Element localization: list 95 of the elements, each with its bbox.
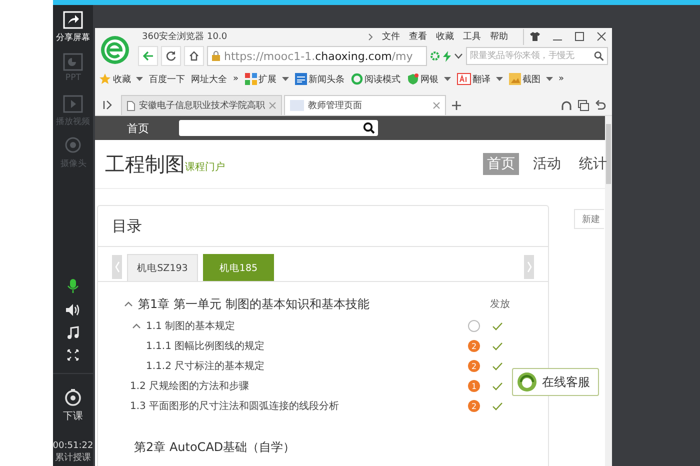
reload-button[interactable] — [161, 46, 181, 66]
image-icon — [508, 73, 521, 85]
catalog-title: 目录 — [112, 216, 142, 236]
reload-icon — [166, 51, 176, 61]
course-title: 工程制图 — [105, 150, 185, 178]
chart-icon — [63, 53, 83, 71]
microphone-icon[interactable] — [67, 278, 79, 294]
browser-tab[interactable]: 安徽电子信息职业技术学院高职 — [121, 95, 282, 115]
music-note-icon[interactable] — [66, 326, 80, 340]
browser-tab[interactable]: 教师管理页面 — [284, 95, 446, 115]
bookmark-link[interactable]: 阅读模式 — [364, 72, 401, 86]
menu-item[interactable]: 收藏 — [436, 30, 454, 43]
chapter-title: 第2章 AutoCAD基础（自学） — [134, 440, 296, 454]
bookmark-link[interactable]: » — [233, 74, 239, 84]
checkmark-icon — [492, 342, 503, 350]
dropdown-caret-icon[interactable] — [496, 77, 503, 81]
shield-icon — [406, 73, 419, 85]
star-icon — [99, 73, 111, 85]
home-icon — [189, 51, 199, 61]
count-badge: 1 — [468, 380, 480, 392]
search-icon[interactable] — [363, 122, 375, 134]
lock-icon — [211, 51, 221, 61]
address-bar[interactable]: https://mooc1-1.chaoxing.com/my — [207, 46, 427, 66]
new-button[interactable]: 新建 — [574, 209, 604, 229]
close-tab-icon[interactable] — [433, 102, 440, 109]
webcam-icon — [63, 137, 83, 155]
menu-item[interactable]: 查看 — [409, 30, 427, 43]
collapse-caret-icon[interactable] — [132, 323, 140, 329]
nav-tab[interactable]: 统计 — [575, 153, 611, 175]
headphones-icon[interactable] — [561, 100, 572, 111]
chevron-right-icon[interactable] — [368, 32, 373, 40]
bookmark-link[interactable]: 百度一下 — [149, 72, 185, 86]
sidebar-label[interactable]: 分享屏幕 — [56, 31, 90, 44]
shirt-icon[interactable] — [530, 32, 540, 41]
nav-home-link[interactable]: 首页 — [127, 120, 149, 136]
menu-item[interactable]: 工具 — [463, 30, 481, 43]
play-icon — [63, 95, 83, 113]
count-badge: 2 — [468, 400, 480, 412]
bookmark-link[interactable]: 翻译 — [472, 72, 491, 86]
search-icon[interactable] — [594, 51, 604, 61]
bookmark-link[interactable]: 网银 — [420, 72, 439, 86]
newspaper-icon — [294, 73, 307, 85]
section-link[interactable]: 1.1.1 图幅比例图线的规定 — [146, 339, 265, 353]
class-tab[interactable]: 机电SZ193 — [127, 254, 198, 281]
dropdown-caret-icon[interactable] — [282, 77, 289, 81]
grid-icon — [244, 73, 257, 85]
menu-item[interactable]: 文件 — [382, 30, 400, 43]
bookmark-link[interactable]: 新闻头条 — [308, 72, 345, 86]
maximize-icon[interactable] — [574, 32, 584, 41]
bookmark-link[interactable]: » — [558, 74, 564, 84]
bookmark-link[interactable]: 网址大全 — [191, 72, 227, 86]
section-link[interactable]: 1.1.2 尺寸标注的基本规定 — [146, 359, 265, 373]
windows-icon[interactable] — [578, 100, 589, 111]
menu-item[interactable]: 帮助 — [490, 30, 508, 43]
checkmark-icon — [492, 402, 503, 410]
home-button[interactable] — [184, 46, 204, 66]
bookmark-link[interactable]: 扩展 — [258, 72, 277, 86]
ring-icon — [350, 73, 363, 85]
back-arrow-icon — [142, 51, 154, 61]
nav-tab[interactable]: 活动 — [529, 153, 565, 175]
column-label: 发放 — [490, 298, 510, 311]
sidebar-toggle-icon[interactable] — [103, 100, 113, 110]
dropdown-chevron-icon[interactable] — [454, 53, 463, 59]
checkmark-icon — [492, 362, 503, 370]
count-badge: 2 — [468, 360, 480, 372]
power-icon[interactable] — [64, 388, 82, 406]
dropdown-caret-icon[interactable] — [444, 77, 451, 81]
undo-icon[interactable] — [595, 100, 606, 111]
section-link[interactable]: 1.3 平面图形的尺寸注法和圆弧连接的线段分析 — [130, 399, 340, 413]
chevron-left-icon — [114, 261, 120, 273]
bookmark-link[interactable]: 收藏 — [113, 72, 131, 86]
site-search-field[interactable] — [179, 120, 378, 136]
page-favicon-icon — [290, 100, 304, 111]
section-link[interactable]: 1.2 尺规绘图的方法和步骤 — [130, 379, 250, 393]
checkmark-icon — [492, 322, 503, 330]
speaker-icon[interactable] — [65, 303, 81, 317]
browser-logo-icon — [100, 35, 130, 65]
elapsed-timer: 00:51:22 — [52, 441, 94, 451]
dropdown-caret-icon[interactable] — [546, 77, 553, 81]
new-tab-icon[interactable] — [452, 101, 461, 110]
dropdown-caret-icon[interactable] — [136, 77, 143, 81]
chapter-title: 第1章 第一单元 制图的基本知识和基本技能 — [138, 296, 370, 312]
expand-icon[interactable] — [67, 349, 79, 361]
close-icon[interactable] — [596, 32, 606, 41]
section-link[interactable]: 1.1 制图的基本规定 — [146, 319, 236, 333]
chevron-right-icon — [526, 261, 532, 273]
count-badge: 2 — [468, 340, 480, 352]
online-support-button[interactable]: 在线客服 — [512, 368, 599, 396]
bookmark-link[interactable]: 截图 — [522, 72, 541, 86]
timer-label: 累计授课 — [55, 452, 91, 464]
end-class-label[interactable]: 下课 — [63, 409, 83, 423]
page-icon — [127, 100, 135, 110]
collapse-caret-icon[interactable] — [124, 301, 132, 307]
checkmark-icon — [492, 382, 503, 390]
browser-title: 360安全浏览器 10.0 — [142, 30, 228, 43]
